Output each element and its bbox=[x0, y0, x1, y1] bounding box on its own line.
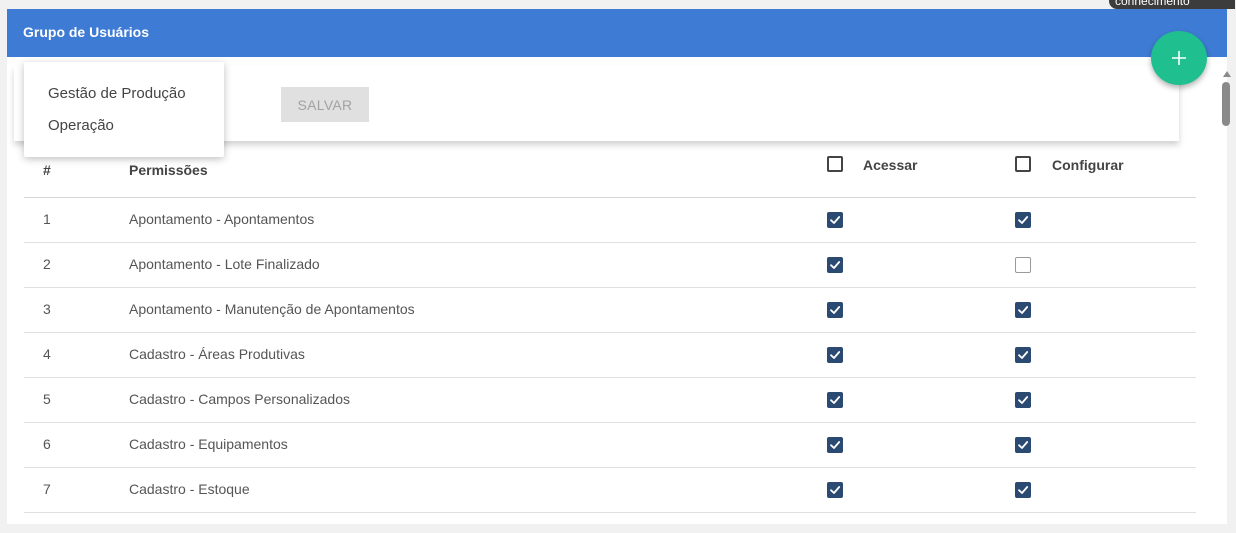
access-checkbox[interactable] bbox=[827, 257, 843, 273]
tooltip: conhecimento bbox=[1109, 0, 1235, 9]
select-all-configure-checkbox[interactable] bbox=[1015, 156, 1031, 172]
table-row: 3 Apontamento - Manutenção de Apontamento… bbox=[24, 288, 1196, 333]
permission-name: Cadastro - Campos Personalizados bbox=[129, 391, 350, 407]
row-index: 3 bbox=[43, 301, 51, 317]
select-all-access-checkbox[interactable] bbox=[827, 156, 843, 172]
plus-icon bbox=[1172, 51, 1186, 65]
table-row: 2 Apontamento - Lote Finalizado bbox=[24, 243, 1196, 288]
permission-name: Cadastro - Estoque bbox=[129, 481, 250, 497]
configure-checkbox[interactable] bbox=[1015, 482, 1031, 498]
table-row: 1 Apontamento - Apontamentos bbox=[24, 198, 1196, 243]
access-checkbox[interactable] bbox=[827, 392, 843, 408]
permission-name: Apontamento - Manutenção de Apontamentos bbox=[129, 301, 415, 317]
configure-checkbox[interactable] bbox=[1015, 212, 1031, 228]
configure-checkbox[interactable] bbox=[1015, 392, 1031, 408]
row-index: 5 bbox=[43, 391, 51, 407]
table-row: 7 Cadastro - Estoque bbox=[24, 468, 1196, 513]
permission-name: Apontamento - Apontamentos bbox=[129, 211, 315, 227]
access-checkbox[interactable] bbox=[827, 347, 843, 363]
scroll-thumb[interactable] bbox=[1222, 82, 1230, 126]
permissions-table: # Permissões Acessar Configurar 1 Apontam… bbox=[24, 140, 1196, 513]
permission-name: Cadastro - Áreas Produtivas bbox=[129, 346, 305, 362]
permission-name: Apontamento - Lote Finalizado bbox=[129, 256, 320, 272]
table-body: 1 Apontamento - Apontamentos 2 Apontamento … bbox=[24, 198, 1196, 513]
group-dropdown-menu: Gestão de Produção Operação bbox=[24, 62, 224, 157]
dropdown-item-gestao-producao[interactable]: Gestão de Produção bbox=[48, 85, 186, 102]
row-index: 2 bbox=[43, 256, 51, 272]
vertical-scrollbar[interactable] bbox=[1220, 67, 1232, 533]
dropdown-item-operacao[interactable]: Operação bbox=[48, 117, 114, 134]
column-header-access: Acessar bbox=[863, 157, 918, 173]
scroll-up-arrow-icon[interactable] bbox=[1223, 71, 1231, 77]
page-title: Grupo de Usuários bbox=[23, 24, 150, 40]
row-index: 7 bbox=[43, 481, 51, 497]
table-row: 4 Cadastro - Áreas Produtivas bbox=[24, 333, 1196, 378]
table-row: 6 Cadastro - Equipamentos bbox=[24, 423, 1196, 468]
column-header-index: # bbox=[43, 162, 51, 178]
permission-name: Cadastro - Equipamentos bbox=[129, 436, 288, 452]
card-header: Grupo de Usuários bbox=[7, 9, 1227, 57]
row-index: 6 bbox=[43, 436, 51, 452]
access-checkbox[interactable] bbox=[827, 212, 843, 228]
configure-checkbox[interactable] bbox=[1015, 257, 1031, 273]
add-button[interactable] bbox=[1151, 31, 1207, 85]
access-checkbox[interactable] bbox=[827, 437, 843, 453]
configure-checkbox[interactable] bbox=[1015, 347, 1031, 363]
row-index: 1 bbox=[43, 211, 51, 227]
column-header-permission: Permissões bbox=[129, 162, 208, 178]
tooltip-text: conhecimento bbox=[1115, 0, 1190, 8]
access-checkbox[interactable] bbox=[827, 482, 843, 498]
configure-checkbox[interactable] bbox=[1015, 437, 1031, 453]
column-header-configure: Configurar bbox=[1052, 157, 1124, 173]
table-row: 5 Cadastro - Campos Personalizados bbox=[24, 378, 1196, 423]
row-index: 4 bbox=[43, 346, 51, 362]
configure-checkbox[interactable] bbox=[1015, 302, 1031, 318]
save-button[interactable]: SALVAR bbox=[281, 87, 369, 122]
access-checkbox[interactable] bbox=[827, 302, 843, 318]
